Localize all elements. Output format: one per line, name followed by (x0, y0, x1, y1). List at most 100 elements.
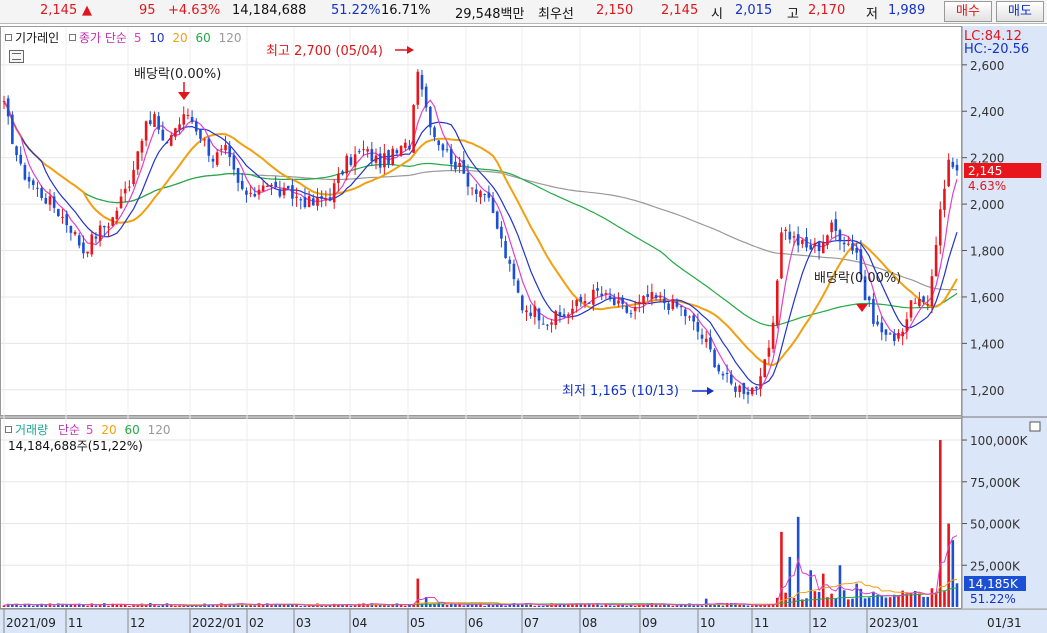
candle-body (834, 219, 838, 231)
candle-body (504, 241, 507, 259)
volume-bar (821, 573, 825, 607)
volume-bar (671, 605, 675, 607)
volume-bar (178, 605, 181, 607)
candle-body (349, 157, 353, 165)
candle-body (77, 235, 81, 246)
candle-body (805, 237, 808, 248)
price-legend: 기가레인 종가 단순 5 10 20 60 120 (5, 29, 242, 46)
volume-bar (738, 604, 741, 607)
candle-body (257, 189, 261, 195)
candle-body (750, 387, 754, 395)
candle-body (596, 288, 599, 291)
dividend-annotation-1: 배당락(0.00%) (134, 67, 221, 82)
volume-bar (466, 604, 470, 607)
candle-body (353, 154, 357, 167)
candle-body (671, 299, 675, 310)
candle-body (220, 148, 223, 150)
candle-body (128, 186, 131, 188)
volume-bar (107, 605, 110, 607)
candle-body (650, 291, 654, 299)
volume-bar (922, 596, 925, 607)
volume-bar (52, 605, 56, 607)
candle-body (57, 209, 60, 217)
candle-body (15, 146, 18, 156)
candle-body (387, 150, 390, 165)
candle-body (830, 222, 833, 233)
volume-bar (270, 605, 273, 607)
candle-body (357, 151, 361, 153)
candle-body (282, 187, 286, 196)
candle-body (943, 188, 946, 210)
candle-body (345, 155, 349, 174)
candle-body (395, 150, 399, 154)
volume-bar (378, 605, 382, 607)
candle-body (103, 225, 106, 228)
volume-bar (65, 604, 68, 607)
volume-bar (901, 590, 904, 607)
ma-toggle-icon[interactable] (69, 34, 76, 41)
candle-body (136, 151, 140, 170)
volume-bar (73, 605, 77, 607)
candle-body (307, 196, 311, 207)
candle-body (462, 160, 466, 174)
candle-body (947, 159, 950, 187)
volume-bar (938, 440, 942, 607)
series-toggle-icon[interactable] (5, 34, 12, 41)
volume-bar (194, 605, 198, 607)
candle-body (541, 323, 545, 325)
volume-bar (579, 604, 583, 607)
time-tick-label: 04 (352, 616, 367, 630)
candle-body (148, 120, 152, 124)
candle-body (107, 226, 110, 228)
candle-body (479, 191, 482, 198)
volume-toggle-icon[interactable] (5, 426, 12, 433)
candle-body (913, 302, 917, 304)
price-tick-label: 2,000 (970, 198, 1004, 212)
candle-body (236, 168, 240, 183)
volume-bar (742, 605, 746, 607)
volume-bar (303, 605, 307, 607)
volume-panel-toggle-icon[interactable] (1029, 421, 1041, 432)
candle-body (245, 190, 248, 195)
candle-body (763, 359, 767, 378)
volume-bar (128, 605, 131, 607)
candle-body (918, 299, 921, 307)
time-tick-label: 06 (468, 616, 483, 630)
time-tick-label: 09 (642, 616, 657, 630)
candle-body (316, 197, 319, 206)
candle-body (592, 289, 595, 305)
volume-bar (215, 605, 219, 607)
volume-bar (692, 605, 695, 607)
table-view-icon[interactable] (9, 50, 24, 63)
candle-body (119, 196, 123, 208)
candle-body (458, 162, 461, 167)
candle-body (378, 153, 382, 168)
volume-bar (31, 605, 35, 607)
candle-body (608, 295, 612, 300)
volume-bar (445, 604, 449, 607)
stock-chart[interactable]: 2,6002,4002,2002,0001,8001,6001,4001,200… (0, 0, 1047, 633)
candle-body (495, 211, 499, 229)
volume-bar (851, 598, 854, 607)
candle-body (938, 209, 942, 246)
candle-body (82, 242, 85, 254)
candle-body (295, 196, 298, 198)
volume-bar (805, 598, 808, 607)
candle-body (642, 295, 645, 305)
candle-body (337, 173, 340, 184)
price-tag: 2,145 (968, 164, 1002, 178)
candle-body (512, 263, 516, 280)
candle-body (759, 376, 762, 389)
time-tick-label: 12 (130, 616, 145, 630)
candle-body (182, 114, 186, 125)
candle-body (211, 158, 215, 162)
candle-body (692, 315, 695, 322)
candle-body (36, 187, 39, 189)
candle-body (734, 386, 737, 392)
candle-body (516, 280, 520, 293)
candle-body (922, 296, 925, 303)
candle-body (583, 301, 587, 304)
candle-body (383, 153, 386, 168)
candle-body (529, 312, 532, 316)
candle-body (194, 121, 198, 132)
